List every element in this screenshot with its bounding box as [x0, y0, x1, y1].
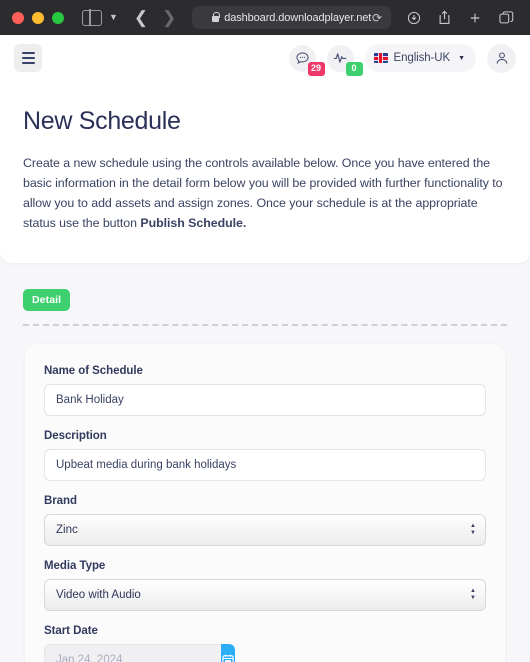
messages-badge: 29 [307, 61, 325, 76]
media-type-select[interactable]: Video with Audio [44, 579, 486, 612]
page-description-text: Create a new schedule using the controls… [23, 156, 503, 231]
menu-line [21, 52, 35, 54]
avatar[interactable] [487, 43, 516, 73]
field-description: Description [44, 430, 486, 482]
field-label: Brand [44, 495, 77, 508]
media-type-select-wrapper: Video with Audio ▲ ▼ [44, 579, 486, 612]
page-title: New Schedule [23, 107, 181, 135]
field-label: Media Type [44, 560, 106, 573]
detail-form-card: Name of Schedule Description Brand Zinc … [25, 344, 505, 662]
navigation-arrows: ❮ ❯ [134, 9, 177, 26]
address-bar[interactable]: dashboard.downloadplayer.net ⟳ [192, 6, 391, 29]
sidebar-toggle-icon[interactable] [82, 8, 102, 27]
brand-select[interactable]: Zinc [44, 514, 486, 547]
messages-button[interactable]: 29 [288, 44, 325, 76]
back-button[interactable]: ❮ [134, 9, 148, 26]
field-brand: Brand Zinc ▲ ▼ [44, 495, 486, 547]
brand-select-wrapper: Zinc ▲ ▼ [44, 514, 486, 547]
maximize-window-button[interactable] [52, 11, 64, 24]
window-traffic-lights [12, 11, 64, 24]
tab-overview-icon[interactable] [499, 10, 514, 25]
tab-row: Detail [0, 263, 530, 327]
uk-flag-icon [373, 53, 388, 63]
field-start-date: Start Date [44, 625, 486, 662]
menu-line [21, 57, 35, 59]
downloads-icon[interactable] [407, 11, 421, 25]
reload-icon[interactable]: ⟳ [372, 12, 382, 24]
start-date-calendar-button[interactable] [221, 644, 235, 662]
chevron-down-icon: ▼ [458, 54, 465, 62]
hero-card: New Schedule Create a new schedule using… [0, 81, 530, 264]
lock-icon [212, 11, 220, 22]
chevron-down-icon[interactable]: ▼ [109, 13, 118, 22]
minimize-window-button[interactable] [32, 11, 44, 24]
field-media-type: Media Type Video with Audio ▲ ▼ [44, 560, 486, 612]
schedule-name-input[interactable] [44, 384, 486, 417]
page-description: Create a new schedule using the controls… [23, 153, 507, 233]
page-description-emphasis: Publish Schedule. [140, 216, 247, 231]
url-text: dashboard.downloadplayer.net [224, 11, 372, 24]
start-date-row [44, 644, 235, 662]
browser-toolbar: ▼ ❮ ❯ dashboard.downloadplayer.net ⟳ [0, 0, 530, 35]
menu-line [21, 62, 35, 64]
address-bar-content: dashboard.downloadplayer.net [212, 11, 372, 24]
section-divider [23, 324, 507, 327]
activity-badge: 0 [345, 61, 363, 76]
page-viewport: 29 0 English-UK ▼ New Schedule Create a … [0, 35, 530, 662]
language-label: English-UK [393, 52, 451, 64]
app-header-actions: 29 0 English-UK ▼ [288, 43, 516, 76]
close-window-button[interactable] [12, 11, 24, 24]
menu-icon[interactable] [14, 44, 42, 72]
field-name-of-schedule: Name of Schedule [44, 365, 486, 417]
field-label: Start Date [44, 625, 98, 638]
forward-button[interactable]: ❯ [162, 9, 176, 26]
app-header: 29 0 English-UK ▼ [0, 35, 530, 81]
field-label: Description [44, 430, 107, 443]
browser-actions [407, 10, 518, 25]
user-avatar-icon [496, 52, 507, 64]
start-date-input[interactable] [44, 644, 221, 662]
activity-button[interactable]: 0 [326, 44, 363, 76]
share-icon[interactable] [438, 10, 451, 25]
new-tab-icon[interactable] [468, 11, 482, 25]
field-label: Name of Schedule [44, 365, 143, 378]
description-input[interactable] [44, 449, 486, 482]
language-selector[interactable]: English-UK ▼ [364, 44, 476, 72]
calendar-icon [222, 655, 234, 662]
tab-detail[interactable]: Detail [23, 289, 71, 312]
